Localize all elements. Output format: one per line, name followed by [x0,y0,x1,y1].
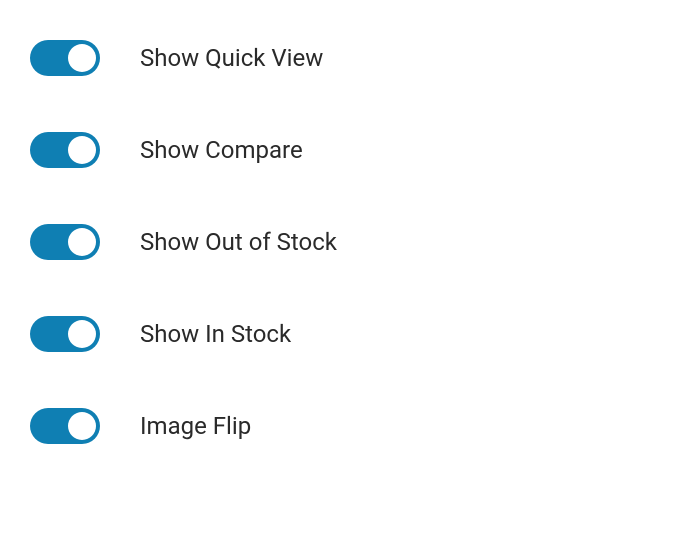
setting-row-image-flip: Image Flip [30,408,651,444]
label-show-quick-view: Show Quick View [140,44,323,72]
toggle-show-out-of-stock[interactable] [30,224,100,260]
label-show-compare: Show Compare [140,136,303,164]
toggle-knob-icon [68,136,96,164]
setting-row-show-quick-view: Show Quick View [30,40,651,76]
setting-row-show-out-of-stock: Show Out of Stock [30,224,651,260]
setting-row-show-compare: Show Compare [30,132,651,168]
toggle-knob-icon [68,412,96,440]
toggle-image-flip[interactable] [30,408,100,444]
toggle-show-in-stock[interactable] [30,316,100,352]
toggle-show-quick-view[interactable] [30,40,100,76]
toggle-knob-icon [68,44,96,72]
settings-list: Show Quick View Show Compare Show Out of… [30,40,651,444]
label-show-out-of-stock: Show Out of Stock [140,228,337,256]
toggle-knob-icon [68,228,96,256]
label-show-in-stock: Show In Stock [140,320,291,348]
setting-row-show-in-stock: Show In Stock [30,316,651,352]
toggle-knob-icon [68,320,96,348]
toggle-show-compare[interactable] [30,132,100,168]
label-image-flip: Image Flip [140,412,251,440]
